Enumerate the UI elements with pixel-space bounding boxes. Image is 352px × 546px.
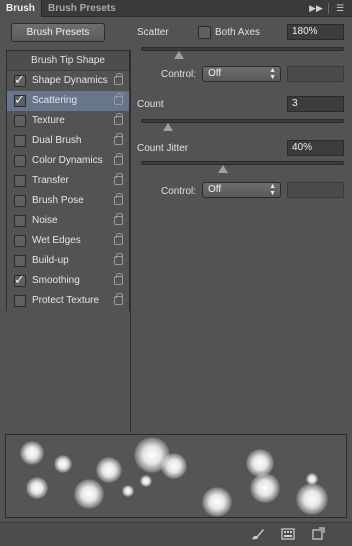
brush-tip-shape-item[interactable]: Brush Tip Shape — [7, 51, 129, 71]
preview-dab — [20, 441, 44, 465]
brush-stroke-preview — [5, 434, 347, 518]
option-label: Texture — [32, 115, 65, 126]
scatter-slider[interactable] — [141, 47, 344, 59]
preview-dab — [306, 473, 318, 485]
control-field-1 — [287, 66, 344, 82]
count-jitter-slider-thumb[interactable] — [218, 165, 229, 173]
preview-dab — [161, 453, 187, 479]
brush-option-noise[interactable]: Noise — [7, 211, 129, 231]
option-checkbox[interactable] — [14, 255, 26, 267]
option-checkbox[interactable] — [14, 271, 26, 291]
lock-icon[interactable] — [114, 73, 123, 85]
preview-dab — [250, 473, 280, 503]
option-label: Noise — [32, 215, 58, 226]
count-slider-thumb[interactable] — [163, 123, 174, 131]
brush-option-scattering[interactable]: Scattering — [7, 91, 129, 111]
brush-tool-icon[interactable] — [250, 527, 266, 541]
new-preset-icon[interactable] — [310, 527, 326, 541]
count-value-field[interactable]: 3 — [287, 96, 344, 112]
option-label: Transfer — [32, 175, 69, 186]
lock-icon[interactable] — [114, 273, 123, 285]
option-label: Brush Pose — [32, 195, 84, 206]
count-label: Count — [137, 99, 164, 110]
option-label: Protect Texture — [32, 295, 100, 306]
control-select-1[interactable]: Off ▲ ▼ — [202, 66, 281, 82]
option-checkbox[interactable] — [14, 175, 26, 187]
brush-option-transfer[interactable]: Transfer — [7, 171, 129, 191]
preview-dab — [96, 457, 122, 483]
preview-dab — [296, 483, 328, 515]
panel-menu-icon[interactable]: ☰ — [330, 0, 350, 17]
option-label: Scattering — [32, 95, 78, 106]
brush-option-shape-dynamics[interactable]: Shape Dynamics — [7, 71, 129, 91]
option-checkbox[interactable] — [14, 195, 26, 207]
control-select-2[interactable]: Off ▲ ▼ — [202, 182, 281, 198]
both-axes-checkbox[interactable] — [198, 26, 211, 39]
preview-dab — [54, 455, 72, 473]
brush-option-color-dynamics[interactable]: Color Dynamics — [7, 151, 129, 171]
control-label-2: Control: — [161, 186, 197, 197]
option-label: Color Dynamics — [32, 155, 103, 166]
scatter-slider-thumb[interactable] — [173, 51, 184, 59]
brush-option-build-up[interactable]: Build-up — [7, 251, 129, 271]
control-field-2 — [287, 182, 344, 198]
option-checkbox[interactable] — [14, 215, 26, 227]
option-checkbox[interactable] — [14, 135, 26, 147]
lock-icon[interactable] — [114, 93, 123, 105]
preview-dab — [122, 485, 134, 497]
collapse-panel-icon[interactable]: ▶▶ — [306, 0, 326, 17]
brush-presets-button[interactable]: Brush Presets — [11, 23, 105, 42]
preview-dab — [74, 479, 104, 509]
lock-icon[interactable] — [114, 193, 123, 205]
brush-option-protect-texture[interactable]: Protect Texture — [7, 291, 129, 311]
brush-option-brush-pose[interactable]: Brush Pose — [7, 191, 129, 211]
control-label-1: Control: — [161, 69, 197, 80]
lock-icon[interactable] — [114, 153, 123, 165]
grid-panel-icon[interactable] — [280, 527, 296, 541]
option-checkbox[interactable] — [14, 155, 26, 167]
lock-icon[interactable] — [114, 213, 123, 225]
tab-separator — [328, 3, 329, 14]
lock-icon[interactable] — [114, 173, 123, 185]
count-jitter-slider[interactable] — [141, 161, 344, 173]
option-checkbox[interactable] — [14, 295, 26, 307]
count-jitter-value-field[interactable]: 40% — [287, 140, 344, 156]
preview-dab — [140, 475, 152, 487]
option-checkbox[interactable] — [14, 235, 26, 247]
tab-bar: Brush Brush Presets ▶▶ ☰ — [0, 0, 352, 17]
brush-option-wet-edges[interactable]: Wet Edges — [7, 231, 129, 251]
both-axes-label: Both Axes — [215, 27, 261, 38]
scatter-value-field[interactable]: 180% — [287, 24, 344, 40]
select-arrows-icon: ▲ ▼ — [269, 67, 276, 81]
panel-footer — [0, 522, 352, 546]
control-select-1-value: Off — [208, 68, 222, 79]
lock-icon[interactable] — [114, 113, 123, 125]
panel-divider — [130, 50, 131, 432]
option-label: Shape Dynamics — [32, 75, 108, 86]
control-select-2-value: Off — [208, 184, 222, 195]
lock-icon[interactable] — [114, 253, 123, 265]
option-checkbox[interactable] — [14, 91, 26, 111]
option-label: Build-up — [32, 255, 69, 266]
brush-option-texture[interactable]: Texture — [7, 111, 129, 131]
lock-icon[interactable] — [114, 233, 123, 245]
option-checkbox[interactable] — [14, 115, 26, 127]
tab-brush-presets[interactable]: Brush Presets — [42, 0, 122, 17]
option-label: Smoothing — [32, 275, 80, 286]
brush-option-smoothing[interactable]: Smoothing — [7, 271, 129, 291]
option-label: Dual Brush — [32, 135, 82, 146]
brush-option-dual-brush[interactable]: Dual Brush — [7, 131, 129, 151]
select-arrows-icon: ▲ ▼ — [269, 183, 276, 197]
lock-icon[interactable] — [114, 293, 123, 305]
scatter-label: Scatter — [137, 27, 169, 38]
preview-dab — [202, 487, 232, 517]
option-checkbox[interactable] — [14, 71, 26, 91]
tab-brush[interactable]: Brush — [0, 0, 42, 17]
lock-icon[interactable] — [114, 133, 123, 145]
option-label: Wet Edges — [32, 235, 81, 246]
count-slider[interactable] — [141, 119, 344, 131]
count-jitter-label: Count Jitter — [137, 143, 189, 154]
preview-dab — [26, 477, 48, 499]
brush-options-list: Brush Tip Shape Shape Dynamics Scattering… — [6, 50, 130, 311]
